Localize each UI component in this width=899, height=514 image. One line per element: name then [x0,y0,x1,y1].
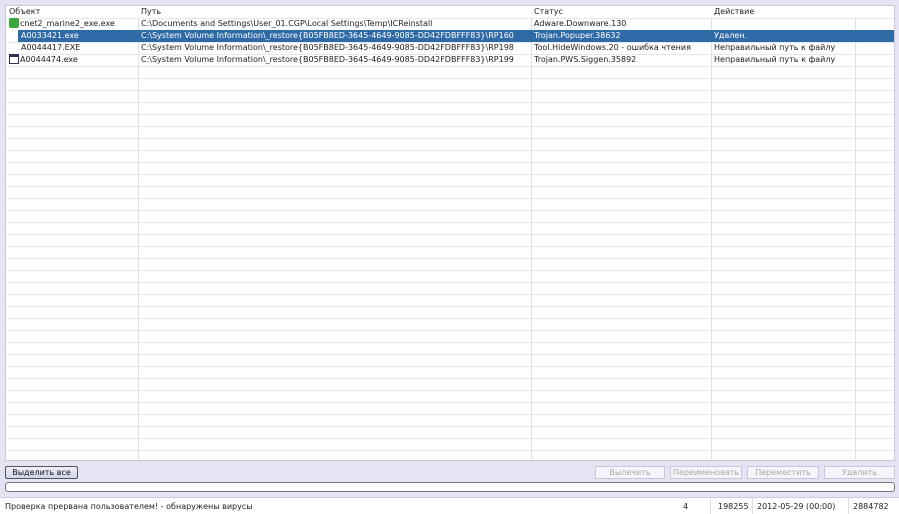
results-table[interactable]: Объект Путь Статус Действие cnet2_marine… [5,5,895,461]
column-header-object[interactable]: Объект [6,6,138,18]
database-date: 2012-05-29 (00:00) [757,502,836,511]
object-name: A0033421.exe [18,30,138,42]
path: C:\System Volume Information\_restore{B0… [141,31,514,40]
status-bar: Проверка прервана пользователем! - обнар… [0,497,899,514]
status: Trojan.Popuper.38632 [534,31,621,40]
table-row[interactable]: cnet2_marine2_exe.exe C:\Documents and S… [6,18,894,30]
column-header-status[interactable]: Статус [531,6,711,18]
path: C:\Documents and Settings\User_01.CGP\Lo… [141,19,433,28]
object-name: A0044417.EXE [21,43,81,52]
table-row-selected[interactable]: A0033421.exe C:\System Volume Informatio… [6,30,894,42]
object-name: cnet2_marine2_exe.exe [20,19,115,28]
status: Trojan.PWS.Siggen.35892 [534,55,637,64]
shield-check-icon [9,18,19,28]
action: Неправильный путь к файлу [714,43,836,52]
column-header-action[interactable]: Действие [711,6,855,18]
status: Adware.Downware.130 [534,19,627,28]
cure-button[interactable]: Вылечить [595,466,665,479]
column-header-path[interactable]: Путь [138,6,531,18]
table-header: Объект Путь Статус Действие [6,6,894,18]
threat-count: 4 [683,502,689,511]
table-row[interactable]: A0044474.exe C:\System Volume Informatio… [6,54,894,66]
select-all-button[interactable]: Выделить все [5,466,78,479]
path: C:\System Volume Information\_restore{B0… [141,55,514,64]
action: Неправильный путь к файлу [714,55,836,64]
table-row[interactable]: A0044417.EXE C:\System Volume Informatio… [6,42,894,54]
action: Удален. [714,31,748,40]
window-icon [9,54,19,64]
status: Tool.HideWindows.20 - ошибка чтения [534,43,691,52]
status-message: Проверка прервана пользователем! - обнар… [5,502,253,511]
move-button[interactable]: Переместить [747,466,819,479]
action [711,18,855,30]
progress-bar [5,482,895,492]
virus-records-count: 2884782 [853,502,889,511]
object-name: A0044474.exe [20,55,78,64]
path: C:\System Volume Information\_restore{B0… [141,43,514,52]
delete-button[interactable]: Удалить [824,466,895,479]
rename-button[interactable]: Переименовать [670,466,742,479]
files-count: 198255 [718,502,749,511]
